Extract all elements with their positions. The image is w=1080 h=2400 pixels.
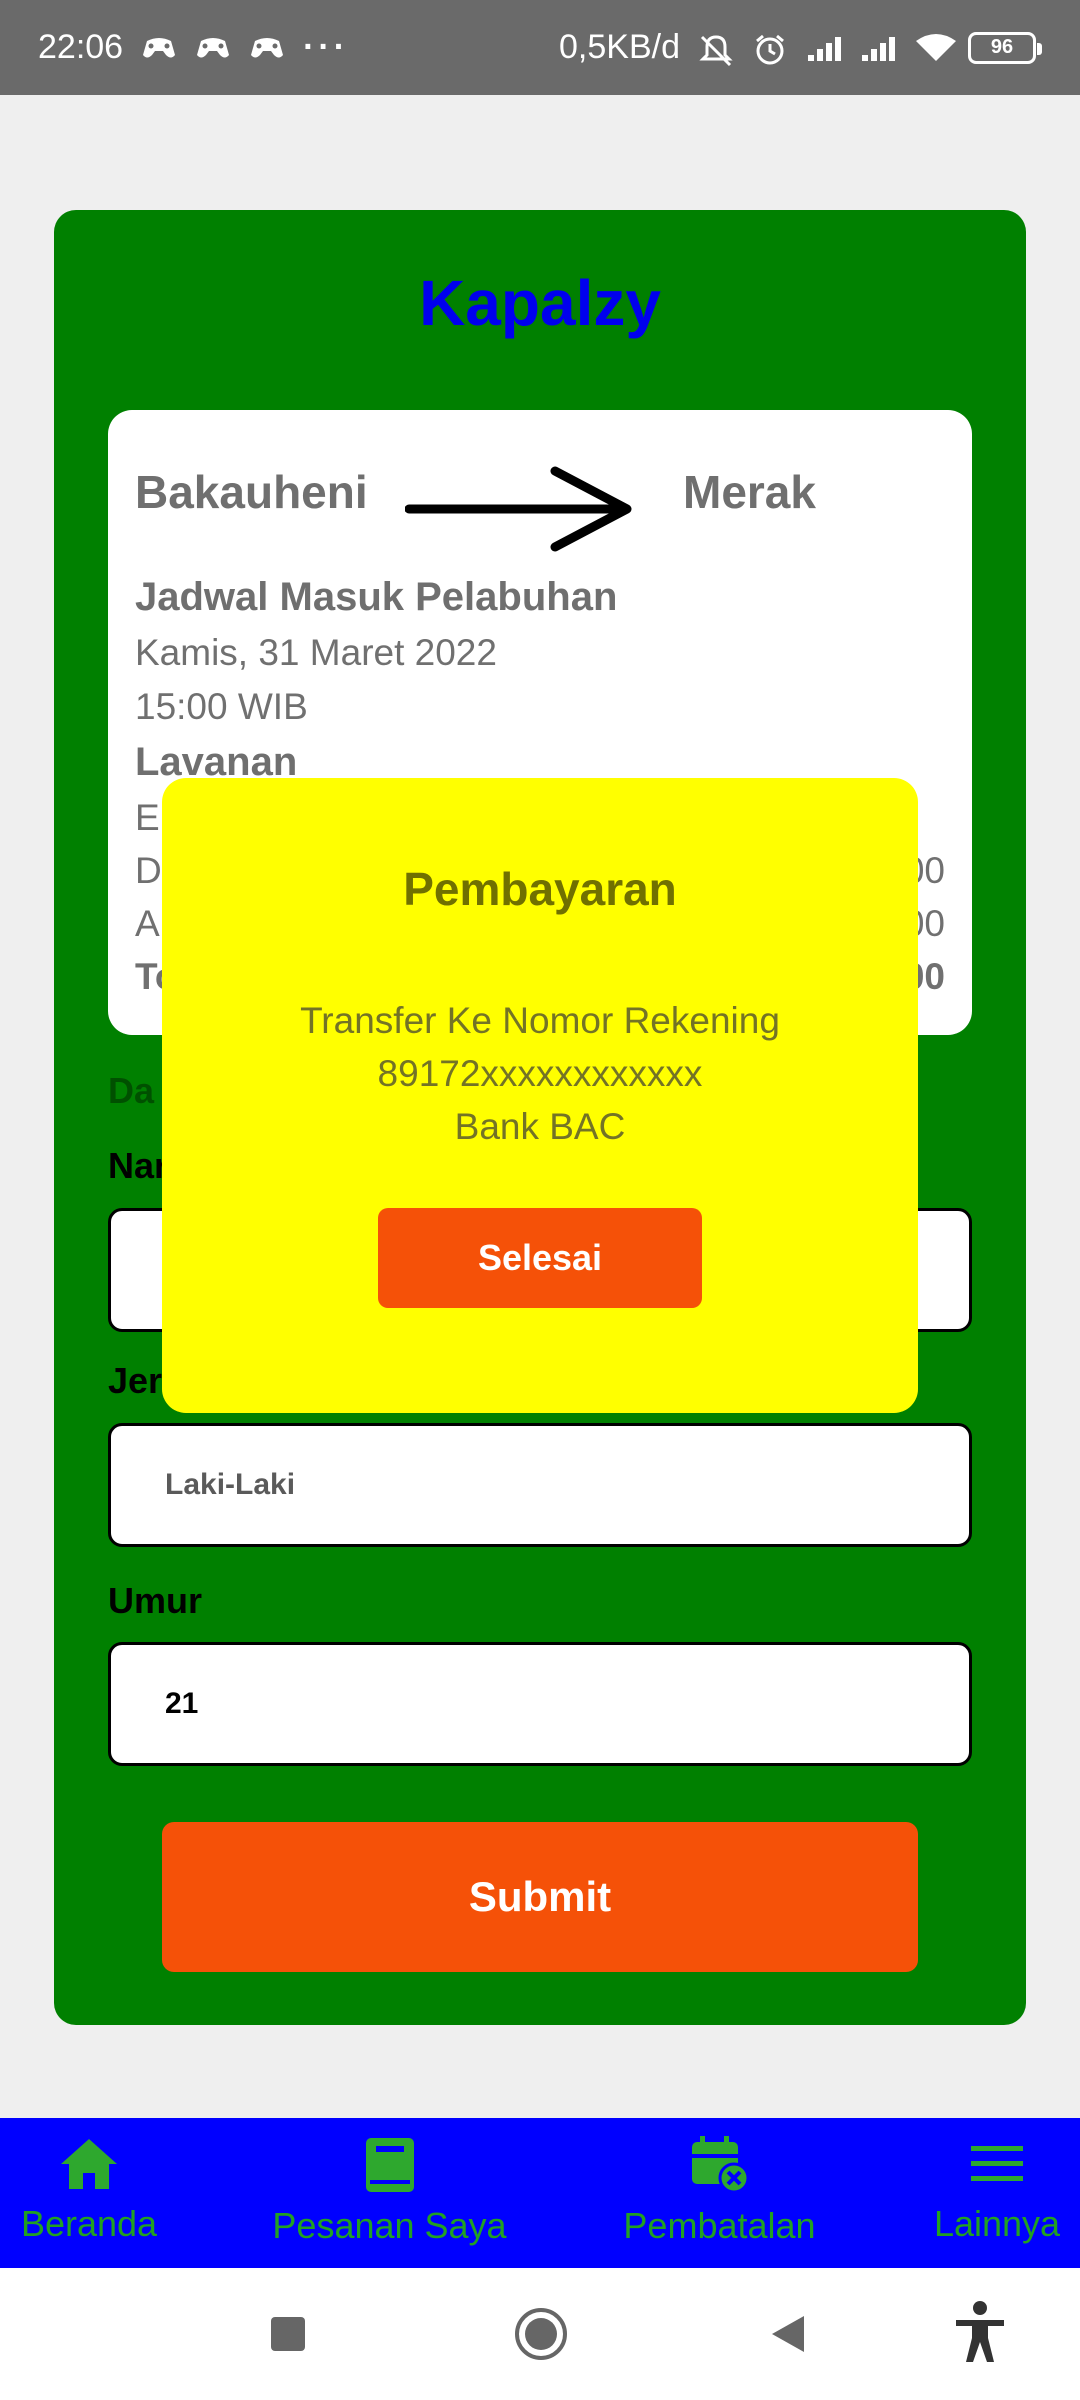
menu-icon: [969, 2136, 1025, 2197]
done-button[interactable]: Selesai: [378, 1208, 702, 1308]
system-navigation-bar: [0, 2268, 1080, 2400]
schedule-time: 15:00 WIB: [135, 686, 308, 727]
nav-label: Pembatalan: [623, 2205, 816, 2246]
nav-item-lainnya[interactable]: Lainnya: [922, 2136, 1072, 2245]
nav-label: Pesanan Saya: [272, 2205, 507, 2246]
recents-button[interactable]: [268, 2314, 308, 2359]
gender-field[interactable]: Laki-Laki: [108, 1423, 972, 1547]
section-title: Da: [108, 1070, 155, 1111]
signal-icon: [860, 33, 896, 63]
battery-icon: 96: [968, 31, 1042, 64]
more-notifications-icon: ···: [303, 28, 350, 66]
app-title: Kapalzy: [419, 267, 661, 339]
schedule-title: Jadwal Masuk Pelabuhan: [135, 575, 618, 619]
route-origin: Bakauheni: [135, 466, 368, 518]
alarm-icon: [752, 33, 788, 64]
net-speed: 0,5KB/d: [559, 28, 680, 66]
status-left: 22:06 ···: [38, 28, 349, 67]
age-field[interactable]: 21: [108, 1642, 972, 1766]
bottom-navigation: Beranda Pesanan Saya Pembatalan Lainnya: [0, 2118, 1080, 2268]
gamepad-icon: [141, 33, 177, 63]
account-number: 89172xxxxxxxxxxxx: [377, 1053, 703, 1094]
wifi-icon: [914, 33, 956, 63]
nav-item-pesanan-saya[interactable]: Pesanan Saya: [262, 2136, 517, 2247]
detail-line: A: [135, 903, 160, 944]
arrow-right-icon: [404, 463, 635, 558]
age-label: Umur: [108, 1580, 203, 1621]
detail-line: D: [135, 850, 162, 891]
nav-label: Beranda: [20, 2203, 158, 2244]
bank-name: Bank BAC: [454, 1106, 626, 1147]
gamepad-icon: [249, 33, 285, 63]
submit-button[interactable]: Submit: [162, 1822, 918, 1972]
mute-icon: [698, 33, 734, 66]
back-button[interactable]: [768, 2312, 808, 2361]
schedule-date: Kamis, 31 Maret 2022: [135, 632, 497, 673]
status-bar: 22:06 ··· 0,5KB/d 96: [0, 0, 1080, 95]
gender-label: Jer: [108, 1360, 163, 1401]
book-icon: [362, 2136, 418, 2199]
dialog-title: Pembayaran: [403, 863, 677, 915]
route-row: Bakauheni Merak: [135, 465, 945, 552]
route-destination: Merak: [683, 466, 816, 518]
payment-dialog: Pembayaran Transfer Ke Nomor Rekening 89…: [162, 778, 918, 1413]
transfer-instruction: Transfer Ke Nomor Rekening: [300, 1000, 780, 1041]
home-icon: [58, 2136, 120, 2197]
nav-item-pembatalan[interactable]: Pembatalan: [612, 2136, 827, 2247]
accessibility-icon[interactable]: [952, 2300, 1008, 2369]
nav-label: Lainnya: [933, 2203, 1061, 2244]
home-button[interactable]: [513, 2306, 569, 2367]
name-label: Nar: [108, 1145, 169, 1186]
status-right: 0,5KB/d 96: [559, 28, 1042, 67]
nav-item-beranda[interactable]: Beranda: [14, 2136, 164, 2245]
calendar-cancel-icon: [690, 2136, 750, 2199]
signal-icon: [806, 33, 842, 63]
gamepad-icon: [195, 33, 231, 63]
clock: 22:06: [38, 28, 124, 66]
